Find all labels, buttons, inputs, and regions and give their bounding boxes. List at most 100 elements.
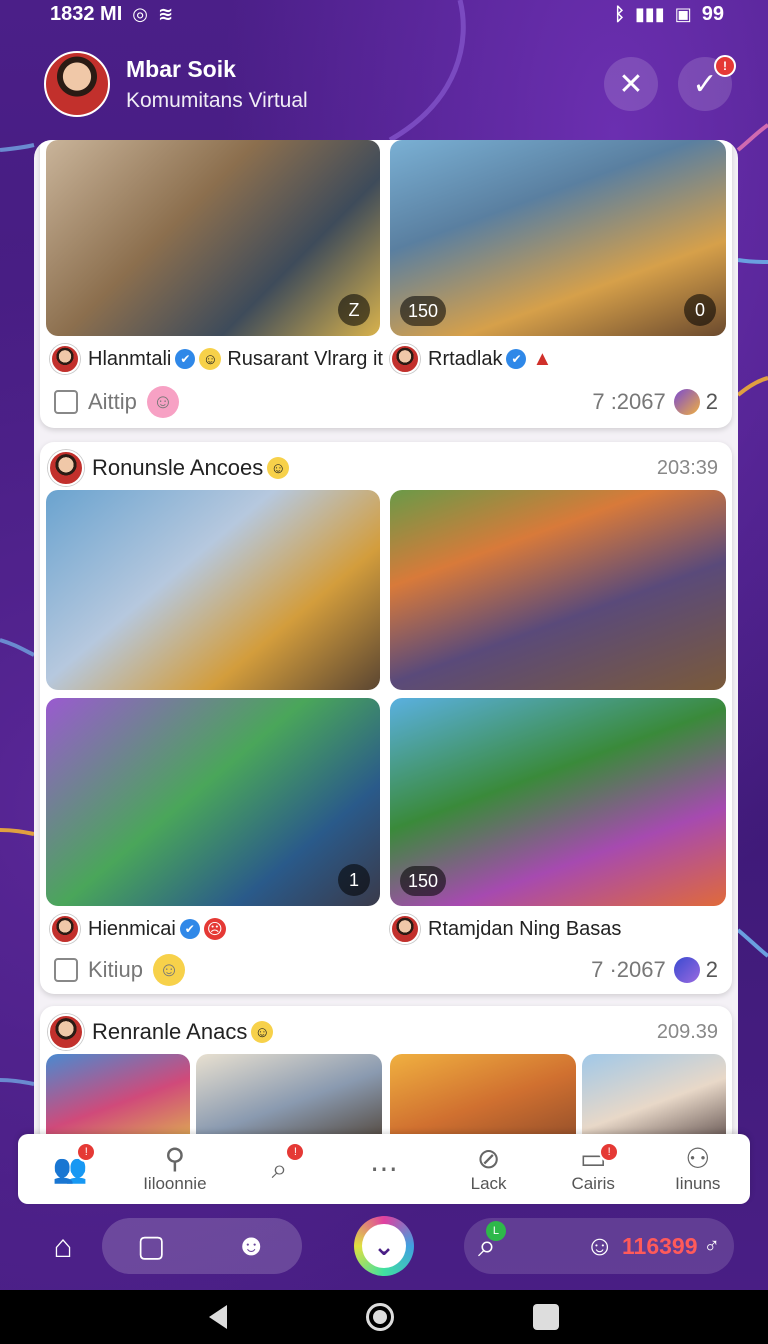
post-card[interactable]: Z 150 0 Hlanmtali ✔ ☺ Rusarant Vlrarg it… [40, 140, 732, 428]
avatar[interactable] [50, 344, 80, 374]
status-time: 1832 MI [50, 2, 123, 25]
post-header: Ronunsle Ancoes ☺ 203:39 [48, 450, 718, 486]
center-action-button[interactable]: ⌄ [354, 1216, 414, 1276]
like-label[interactable]: Kitiup [88, 957, 143, 983]
reaction-count[interactable]: 2 [673, 957, 718, 983]
post-photo[interactable]: 150 [390, 698, 726, 906]
bluetooth-icon: ᛒ [614, 3, 626, 24]
photo-count: 150 [400, 866, 447, 896]
post-meta: Rtamjdan Ning Basas [390, 914, 621, 944]
avatar[interactable] [390, 344, 420, 374]
reaction-count[interactable]: 2 [673, 389, 718, 415]
photo-corner-badge: 0 [684, 294, 716, 326]
leaf-icon: ⊘ [476, 1143, 501, 1174]
tab-community[interactable]: 👥 ! [18, 1134, 123, 1204]
home-icon: ⌂ [53, 1227, 73, 1264]
smile-icon: ☺ [199, 348, 222, 370]
post-card[interactable]: Ronunsle Ancoes ☺ 203:39 1 150 Hienmicai… [40, 442, 732, 994]
verified-icon: ✔ [506, 349, 527, 369]
status-bar: 1832 MI ◎ ≋ ᛒ ▮▮▮ ▣ 99 [0, 0, 768, 28]
app-header: Mbar Soik Komumitans Virtual ✕ ✓ ! [44, 48, 736, 120]
post-photo[interactable]: 1 [46, 698, 380, 906]
verified-icon: ✔ [175, 349, 196, 369]
battery-icon: ▣ [674, 3, 692, 24]
reaction-count-value: 2 [705, 957, 718, 982]
user-name[interactable]: Rrtadlak [428, 348, 502, 371]
post-photo[interactable] [390, 490, 726, 690]
avatar[interactable] [50, 914, 80, 944]
home-nav-icon[interactable] [365, 1303, 394, 1331]
recents-icon[interactable] [532, 1304, 559, 1330]
home-button[interactable]: ⌂ [44, 1226, 82, 1266]
post-photo[interactable] [46, 490, 380, 690]
emoji-icon[interactable]: ☻ [235, 1229, 267, 1263]
user-name[interactable]: Hienmicai [88, 918, 176, 941]
search-pill[interactable]: ⌕ L ☺ 116399 ♂ [464, 1218, 734, 1274]
face-icon: ☺ [585, 1230, 615, 1261]
avatar[interactable] [48, 450, 84, 486]
profile-icon: ⚇ [685, 1143, 711, 1174]
post-time: 209.39 [656, 1020, 718, 1043]
profile-avatar[interactable] [44, 51, 110, 117]
post-photo[interactable] [390, 1054, 576, 1140]
tab-more[interactable]: ⋯ [332, 1134, 437, 1204]
post-photo[interactable] [196, 1054, 382, 1140]
chevron-down-icon: ⌄ [373, 1230, 395, 1261]
author-name[interactable]: Ronunsle Ancoes [92, 455, 263, 481]
post-photo[interactable] [582, 1054, 726, 1140]
system-nav-bar [0, 1290, 768, 1344]
like-label[interactable]: Aittip [88, 389, 137, 415]
reaction-face-icon[interactable]: ☺ [146, 386, 179, 418]
tab-label: Lack [470, 1174, 507, 1193]
dock-count: 116399 [622, 1232, 698, 1259]
verified-icon: ✔ [179, 919, 200, 939]
avatar[interactable] [48, 1014, 84, 1050]
reaction-face-icon[interactable]: ☺ [153, 954, 186, 986]
reaction-icon [673, 957, 700, 983]
bottom-dock: ⌂ ▢ ☻ ⌄ ⌕ L ☺ 116399 ♂ [0, 1212, 768, 1282]
author-name[interactable]: Renranle Anacs [92, 1019, 247, 1045]
like-icon[interactable] [54, 390, 78, 414]
tab-label: Iiloonnie [143, 1174, 207, 1193]
wifi-icon: ≋ [157, 3, 174, 24]
page-subtitle: Komumitans Virtual [126, 88, 308, 112]
post-meta: Hienmicai ✔ ☹ [50, 914, 226, 944]
feed[interactable]: Z 150 0 Hlanmtali ✔ ☺ Rusarant Vlrarg it… [34, 140, 738, 1140]
avatar[interactable] [390, 914, 420, 944]
tab-label: Cairis [571, 1174, 615, 1193]
user-name[interactable]: Rusarant Vlrarg it [227, 348, 383, 371]
post-photo[interactable]: 150 0 [390, 140, 726, 336]
chat-pill[interactable]: ▢ ☻ [102, 1218, 302, 1274]
tab-lack[interactable]: ⊘ Lack [436, 1134, 541, 1204]
tab-home[interactable]: ⚲ Iiloonnie [123, 1134, 228, 1204]
tab-profile[interactable]: ⚇ Iinuns [645, 1134, 750, 1204]
post-photo[interactable]: Z [46, 140, 380, 336]
action-row: Aittip ☺ 7 :2067 2 [54, 386, 718, 418]
smile-icon: ☺ [251, 1021, 274, 1043]
user-name[interactable]: Rtamjdan Ning Basas [428, 918, 621, 941]
search-icon: ⌕ [271, 1153, 288, 1184]
tab-cairis[interactable]: ▭ ! Cairis [541, 1134, 646, 1204]
post-stats: 7 ·2067 [591, 957, 666, 982]
post-header: Renranle Anacs ☺ 209.39 [48, 1014, 718, 1050]
post-meta: Hlanmtali ✔ ☺ Rusarant Vlrarg it [50, 344, 383, 374]
close-button[interactable]: ✕ [604, 57, 658, 111]
tab-badge: ! [76, 1142, 97, 1162]
warning-icon: ▲ [532, 347, 553, 370]
tab-search[interactable]: ⌕ ! [227, 1134, 332, 1204]
confirm-button[interactable]: ✓ ! [678, 55, 736, 111]
post-card[interactable]: Renranle Anacs ☺ 209.39 [40, 1006, 732, 1140]
tab-badge: ! [285, 1142, 306, 1162]
check-icon: ✓ [692, 67, 718, 101]
user-name[interactable]: Hlanmtali [88, 348, 171, 371]
post-photo[interactable] [46, 1054, 190, 1140]
search-icon[interactable]: ⌕ L [478, 1221, 506, 1265]
tab-bar: 👥 ! ⚲ Iiloonnie ⌕ ! ⋯ ⊘ Lack ▭ ! Cairis … [18, 1134, 750, 1204]
photo-count: 150 [400, 296, 447, 326]
chat-icon[interactable]: ▢ [137, 1229, 165, 1264]
close-icon: ✕ [618, 67, 644, 101]
post-stats: 7 :2067 [592, 389, 666, 414]
back-icon[interactable] [209, 1305, 228, 1329]
notification-badge: ! [714, 55, 736, 77]
like-icon[interactable] [54, 958, 78, 982]
